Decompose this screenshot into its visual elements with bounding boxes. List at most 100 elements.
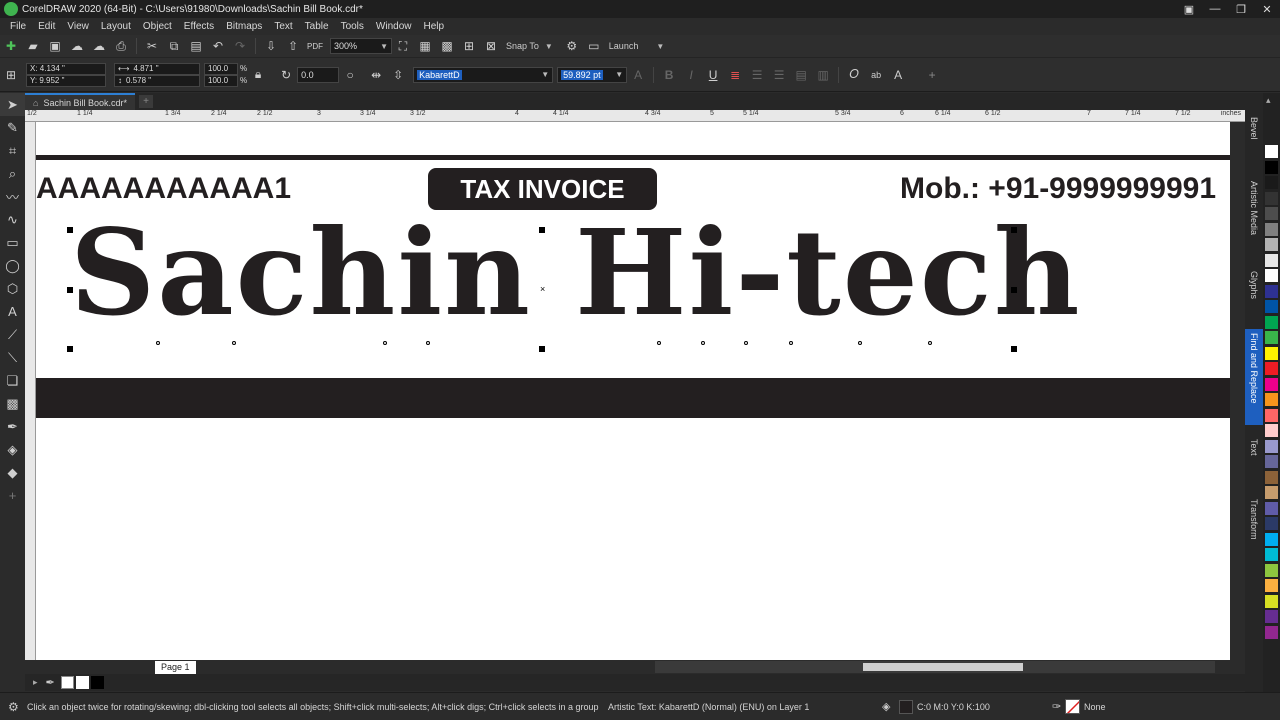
selection-handle-top-right[interactable]	[1011, 227, 1017, 233]
undo-icon[interactable]: ↶	[209, 37, 227, 55]
x-position-field[interactable]: X: 4.134 "	[26, 62, 106, 75]
open-folder-icon[interactable]: ▰	[24, 37, 42, 55]
snap-off-icon[interactable]: ⊠	[482, 37, 500, 55]
selection-handle-middle-right[interactable]	[1011, 287, 1017, 293]
application-launcher-icon[interactable]: ▭	[585, 37, 603, 55]
fill-bucket-icon[interactable]: ◈	[882, 700, 890, 713]
ellipse-tool-icon[interactable]: ◯	[0, 254, 25, 277]
print-icon[interactable]: ⎙	[112, 37, 130, 55]
rotation-icon[interactable]: ↻	[277, 66, 295, 84]
palette-swatch[interactable]	[1265, 331, 1278, 344]
launch-label[interactable]: Launch	[609, 41, 639, 51]
menu-object[interactable]: Object	[137, 21, 178, 32]
palette-swatch[interactable]	[1265, 610, 1278, 623]
parallel-dimension-tool-icon[interactable]: ⟋	[0, 323, 25, 346]
menu-table[interactable]: Table	[299, 21, 335, 32]
palette-swatch[interactable]	[1265, 594, 1278, 608]
zoom-tool-icon[interactable]: ⌕	[0, 162, 25, 185]
copy-icon[interactable]: ⧉	[165, 37, 183, 55]
mirror-vertical-icon[interactable]: ⇳	[389, 66, 407, 84]
selection-handle-bottom-center[interactable]	[539, 346, 545, 352]
options-gear-icon[interactable]: ⚙	[563, 37, 581, 55]
chevron-down-icon[interactable]: ▼	[656, 42, 664, 51]
node-handle[interactable]	[383, 341, 387, 345]
node-handle[interactable]	[744, 341, 748, 345]
drop-shadow-tool-icon[interactable]: ❏	[0, 369, 25, 392]
eyedropper-icon[interactable]: ✒	[46, 676, 55, 689]
invoice-number-text[interactable]: AAAAAAAAAAA1	[36, 172, 291, 206]
artistic-media-tool-icon[interactable]: ∿	[0, 208, 25, 231]
palette-swatch[interactable]	[1265, 160, 1278, 174]
publish-pdf-icon[interactable]: PDF	[306, 37, 324, 55]
selection-handle-top-center[interactable]	[539, 227, 545, 233]
guidelines-icon[interactable]: ⊞	[460, 37, 478, 55]
node-handle[interactable]	[858, 341, 862, 345]
docker-tab-transform[interactable]: Transform	[1245, 495, 1263, 565]
wireframe-icon[interactable]: ▦	[416, 37, 434, 55]
palette-swatch[interactable]	[1265, 532, 1278, 546]
palette-swatch[interactable]	[1265, 346, 1278, 360]
shape-tool-icon[interactable]: ✎	[0, 116, 25, 139]
palette-swatch[interactable]	[1265, 284, 1278, 298]
scale-height-field[interactable]: 100.0	[204, 74, 238, 87]
width-field[interactable]: ⟷ 4.871 "	[114, 62, 200, 75]
import-icon[interactable]: ⇩	[262, 37, 280, 55]
palette-swatch[interactable]	[1265, 455, 1278, 468]
palette-swatch[interactable]	[1265, 470, 1278, 484]
crop-tool-icon[interactable]: ⌗	[0, 139, 25, 162]
palette-swatch[interactable]	[1265, 191, 1278, 205]
palette-swatch[interactable]	[1265, 222, 1278, 236]
object-origin-icon[interactable]: ⊞	[2, 66, 20, 84]
menu-file[interactable]: File	[4, 21, 32, 32]
node-handle[interactable]	[928, 341, 932, 345]
palette-swatch[interactable]	[1265, 548, 1278, 561]
font-scale-icon[interactable]: A	[629, 66, 647, 84]
palette-swatch[interactable]	[1265, 207, 1278, 220]
add-tool-icon[interactable]: +	[0, 484, 25, 507]
drop-cap-icon[interactable]: ▤	[792, 66, 810, 84]
document-tab[interactable]: ⌂ Sachin Bill Book.cdr*	[25, 93, 135, 110]
save-icon[interactable]: ▣	[46, 37, 64, 55]
mobile-number-text[interactable]: Mob.: +91-9999999991	[900, 172, 1216, 206]
height-field[interactable]: ↕ 0.578 "	[114, 74, 200, 87]
palette-arrow-icon[interactable]: ▸	[33, 677, 38, 688]
drawing-canvas[interactable]: AAAAAAAAAAA1 TAX INVOICE Mob.: +91-99999…	[36, 122, 1230, 660]
freehand-tool-icon[interactable]: 〰	[0, 185, 25, 208]
opentype-icon[interactable]: 𝑂	[845, 66, 863, 84]
palette-swatch[interactable]	[1265, 579, 1278, 592]
docker-tab-text[interactable]: Text	[1245, 435, 1263, 485]
palette-swatch[interactable]	[1265, 300, 1278, 313]
cut-icon[interactable]: ✂	[143, 37, 161, 55]
grid-icon[interactable]: ▩	[438, 37, 456, 55]
pick-tool-icon[interactable]: ➤	[0, 93, 25, 116]
numbered-list-icon[interactable]: ☰	[770, 66, 788, 84]
node-handle[interactable]	[789, 341, 793, 345]
palette-swatch[interactable]	[1265, 269, 1278, 282]
white-swatch[interactable]	[75, 676, 89, 689]
outline-none-swatch[interactable]	[1065, 699, 1080, 714]
scrollbar-thumb[interactable]	[863, 663, 1023, 671]
font-size-dropdown[interactable]: 59.892 pt ▼	[557, 66, 628, 83]
page-1-tab[interactable]: Page 1	[155, 660, 196, 674]
black-swatch[interactable]	[90, 676, 104, 689]
zoom-level-dropdown[interactable]: 300% ▼	[330, 38, 392, 54]
font-list-dropdown[interactable]: KabarettD ▼	[413, 66, 554, 83]
mirror-horizontal-icon[interactable]: ⇹	[367, 66, 385, 84]
smart-fill-tool-icon[interactable]: ◆	[0, 461, 25, 484]
docker-tab-bevel[interactable]: Bevel	[1245, 113, 1263, 165]
snap-to-label[interactable]: Snap To	[506, 41, 539, 51]
bullet-list-icon[interactable]: ☰	[748, 66, 766, 84]
selection-handle-bottom-left[interactable]	[67, 346, 73, 352]
palette-swatch[interactable]	[1265, 362, 1278, 375]
horizontal-scrollbar[interactable]	[655, 661, 1215, 673]
text-align-icon[interactable]: ≣	[726, 66, 744, 84]
palette-swatch[interactable]	[1265, 145, 1278, 158]
new-tab-button[interactable]: +	[138, 95, 153, 108]
top-border-line[interactable]	[36, 155, 1230, 160]
lock-ratio-icon[interactable]: 🔒︎	[249, 66, 267, 84]
palette-swatch[interactable]	[1265, 501, 1278, 515]
docker-tab-artistic-media[interactable]: Artistic Media	[1245, 177, 1263, 257]
underline-icon[interactable]: U	[704, 66, 722, 84]
text-tool-icon[interactable]: A	[0, 300, 25, 323]
selection-handle-middle-left[interactable]	[67, 287, 73, 293]
